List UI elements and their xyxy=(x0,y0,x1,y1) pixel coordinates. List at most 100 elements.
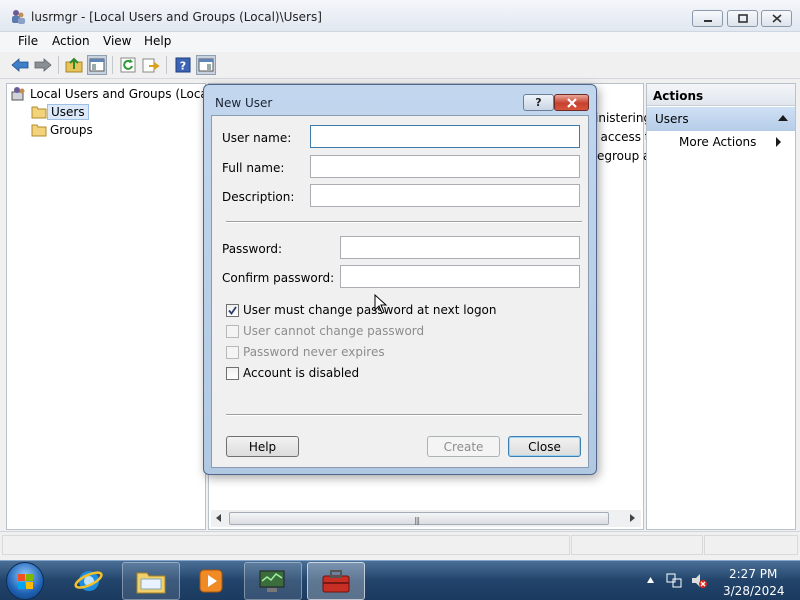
create-button[interactable]: Create xyxy=(427,436,500,457)
up-folder-icon xyxy=(65,57,83,73)
status-cell xyxy=(704,535,798,555)
cannot-change-password-label: User cannot change password xyxy=(243,324,425,338)
show-hidden-icons-icon[interactable] xyxy=(646,576,655,584)
clock-time[interactable]: 2:27 PM xyxy=(729,567,777,581)
folder-icon xyxy=(31,106,47,118)
dialog-help-title-button[interactable]: ? xyxy=(523,94,554,111)
taskbar-internet-explorer[interactable] xyxy=(60,562,118,600)
tree-root-node[interactable]: Local Users and Groups (Local) xyxy=(11,85,219,102)
username-input[interactable] xyxy=(310,125,580,148)
account-disabled-checkbox[interactable]: Account is disabled xyxy=(226,365,359,381)
username-label: User name: xyxy=(222,131,292,145)
must-change-password-checkbox[interactable]: User must change password at next logon xyxy=(226,302,497,318)
password-input[interactable] xyxy=(340,236,580,259)
refresh-icon xyxy=(120,57,136,73)
tree-node-users[interactable]: Users xyxy=(31,103,89,120)
tree-node-groups[interactable]: Groups xyxy=(31,121,96,138)
collapse-up-icon xyxy=(778,115,788,121)
close-icon xyxy=(771,14,782,23)
windows-explorer-icon xyxy=(136,572,166,594)
start-button[interactable] xyxy=(6,562,44,600)
scrollbar-thumb[interactable]: ||| xyxy=(229,512,609,525)
taskbar-computer-management[interactable] xyxy=(244,562,302,600)
volume-muted-icon[interactable] xyxy=(690,572,708,589)
confirm-password-input[interactable] xyxy=(340,265,580,288)
export-list-button[interactable] xyxy=(141,55,161,75)
clock-date[interactable]: 3/28/2024 xyxy=(723,584,785,598)
submenu-arrow-icon xyxy=(776,137,781,147)
taskbar-lusrmgr[interactable] xyxy=(307,562,365,600)
cannot-change-password-checkbox: User cannot change password xyxy=(226,323,424,339)
separator xyxy=(226,221,582,223)
scroll-right-icon[interactable] xyxy=(630,514,635,522)
status-bar xyxy=(0,531,800,558)
horizontal-scrollbar[interactable]: ||| xyxy=(211,510,641,527)
up-one-level-button[interactable] xyxy=(64,55,84,75)
password-never-expires-checkbox: Password never expires xyxy=(226,344,385,360)
password-label: Password: xyxy=(222,242,283,256)
password-never-expires-label: Password never expires xyxy=(243,345,385,359)
back-button[interactable] xyxy=(10,55,30,75)
network-icon[interactable] xyxy=(666,572,682,589)
fullname-input[interactable] xyxy=(310,155,580,178)
back-arrow-icon xyxy=(11,58,29,72)
minimize-icon xyxy=(703,19,712,22)
folder-icon xyxy=(31,124,47,136)
toolbox-icon xyxy=(322,570,350,593)
internet-explorer-icon xyxy=(74,571,103,591)
menu-file[interactable]: File xyxy=(16,34,40,48)
list-description-snippet: t access t xyxy=(592,130,650,144)
dialog-title: New User xyxy=(215,96,273,110)
help-toolbar-button[interactable]: ? xyxy=(173,55,193,75)
export-list-icon xyxy=(142,58,160,73)
close-button[interactable]: Close xyxy=(508,436,581,457)
checkbox-unchecked-icon xyxy=(226,366,239,380)
taskbar-windows-explorer[interactable] xyxy=(122,562,180,600)
show-hide-tree-icon xyxy=(89,58,105,72)
media-player-icon xyxy=(199,569,223,593)
tree-node-users-label: Users xyxy=(47,103,89,120)
users-app-icon xyxy=(10,9,26,25)
tree-pane: Local Users and Groups (Local) Users Gro… xyxy=(6,83,216,530)
must-change-password-label: User must change password at next logon xyxy=(243,303,497,317)
dialog-close-title-button[interactable] xyxy=(554,94,589,111)
separator xyxy=(226,414,582,416)
menu-action[interactable]: Action xyxy=(50,34,92,48)
close-icon xyxy=(566,97,577,108)
refresh-button[interactable] xyxy=(118,55,138,75)
users-computer-icon xyxy=(11,86,25,100)
actions-section-users[interactable]: Users xyxy=(647,107,795,131)
svg-text:?: ? xyxy=(180,60,186,73)
tree-root-label: Local Users and Groups (Local) xyxy=(30,86,216,101)
confirm-password-label: Confirm password: xyxy=(222,271,335,285)
status-cell xyxy=(2,535,570,555)
checkbox-checked-icon xyxy=(226,303,239,317)
help-icon: ? xyxy=(175,57,191,73)
menu-help[interactable]: Help xyxy=(142,34,173,48)
close-window-button[interactable] xyxy=(761,10,792,27)
forward-button[interactable] xyxy=(33,55,53,75)
taskbar: 2:27 PM 3/28/2024 xyxy=(0,560,800,600)
maximize-button[interactable] xyxy=(727,10,758,27)
status-cell xyxy=(571,535,703,555)
more-actions-item[interactable]: More Actions xyxy=(647,132,795,152)
menu-bar: File Action View Help xyxy=(0,32,800,52)
mouse-cursor-icon xyxy=(374,294,388,314)
taskbar-media-player[interactable] xyxy=(182,562,240,600)
actions-section-label: Users xyxy=(655,112,689,126)
checkbox-disabled-icon xyxy=(226,324,239,338)
list-description-snippet: egroup a xyxy=(597,149,651,163)
description-input[interactable] xyxy=(310,184,580,207)
help-button[interactable]: Help xyxy=(226,436,299,457)
menu-view[interactable]: View xyxy=(101,34,133,48)
minimize-button[interactable] xyxy=(692,10,723,27)
account-disabled-label: Account is disabled xyxy=(243,366,360,380)
checkbox-disabled-icon xyxy=(226,345,239,359)
actions-pane: Actions Users More Actions xyxy=(646,83,796,530)
show-hide-action-pane-button[interactable] xyxy=(196,55,216,75)
dialog-body: User name: Full name: Description: Passw… xyxy=(211,115,589,468)
description-label: Description: xyxy=(222,190,295,204)
show-hide-tree-button[interactable] xyxy=(87,55,107,75)
scroll-left-icon[interactable] xyxy=(216,514,221,522)
window-title: lusrmgr - [Local Users and Groups (Local… xyxy=(31,10,322,24)
